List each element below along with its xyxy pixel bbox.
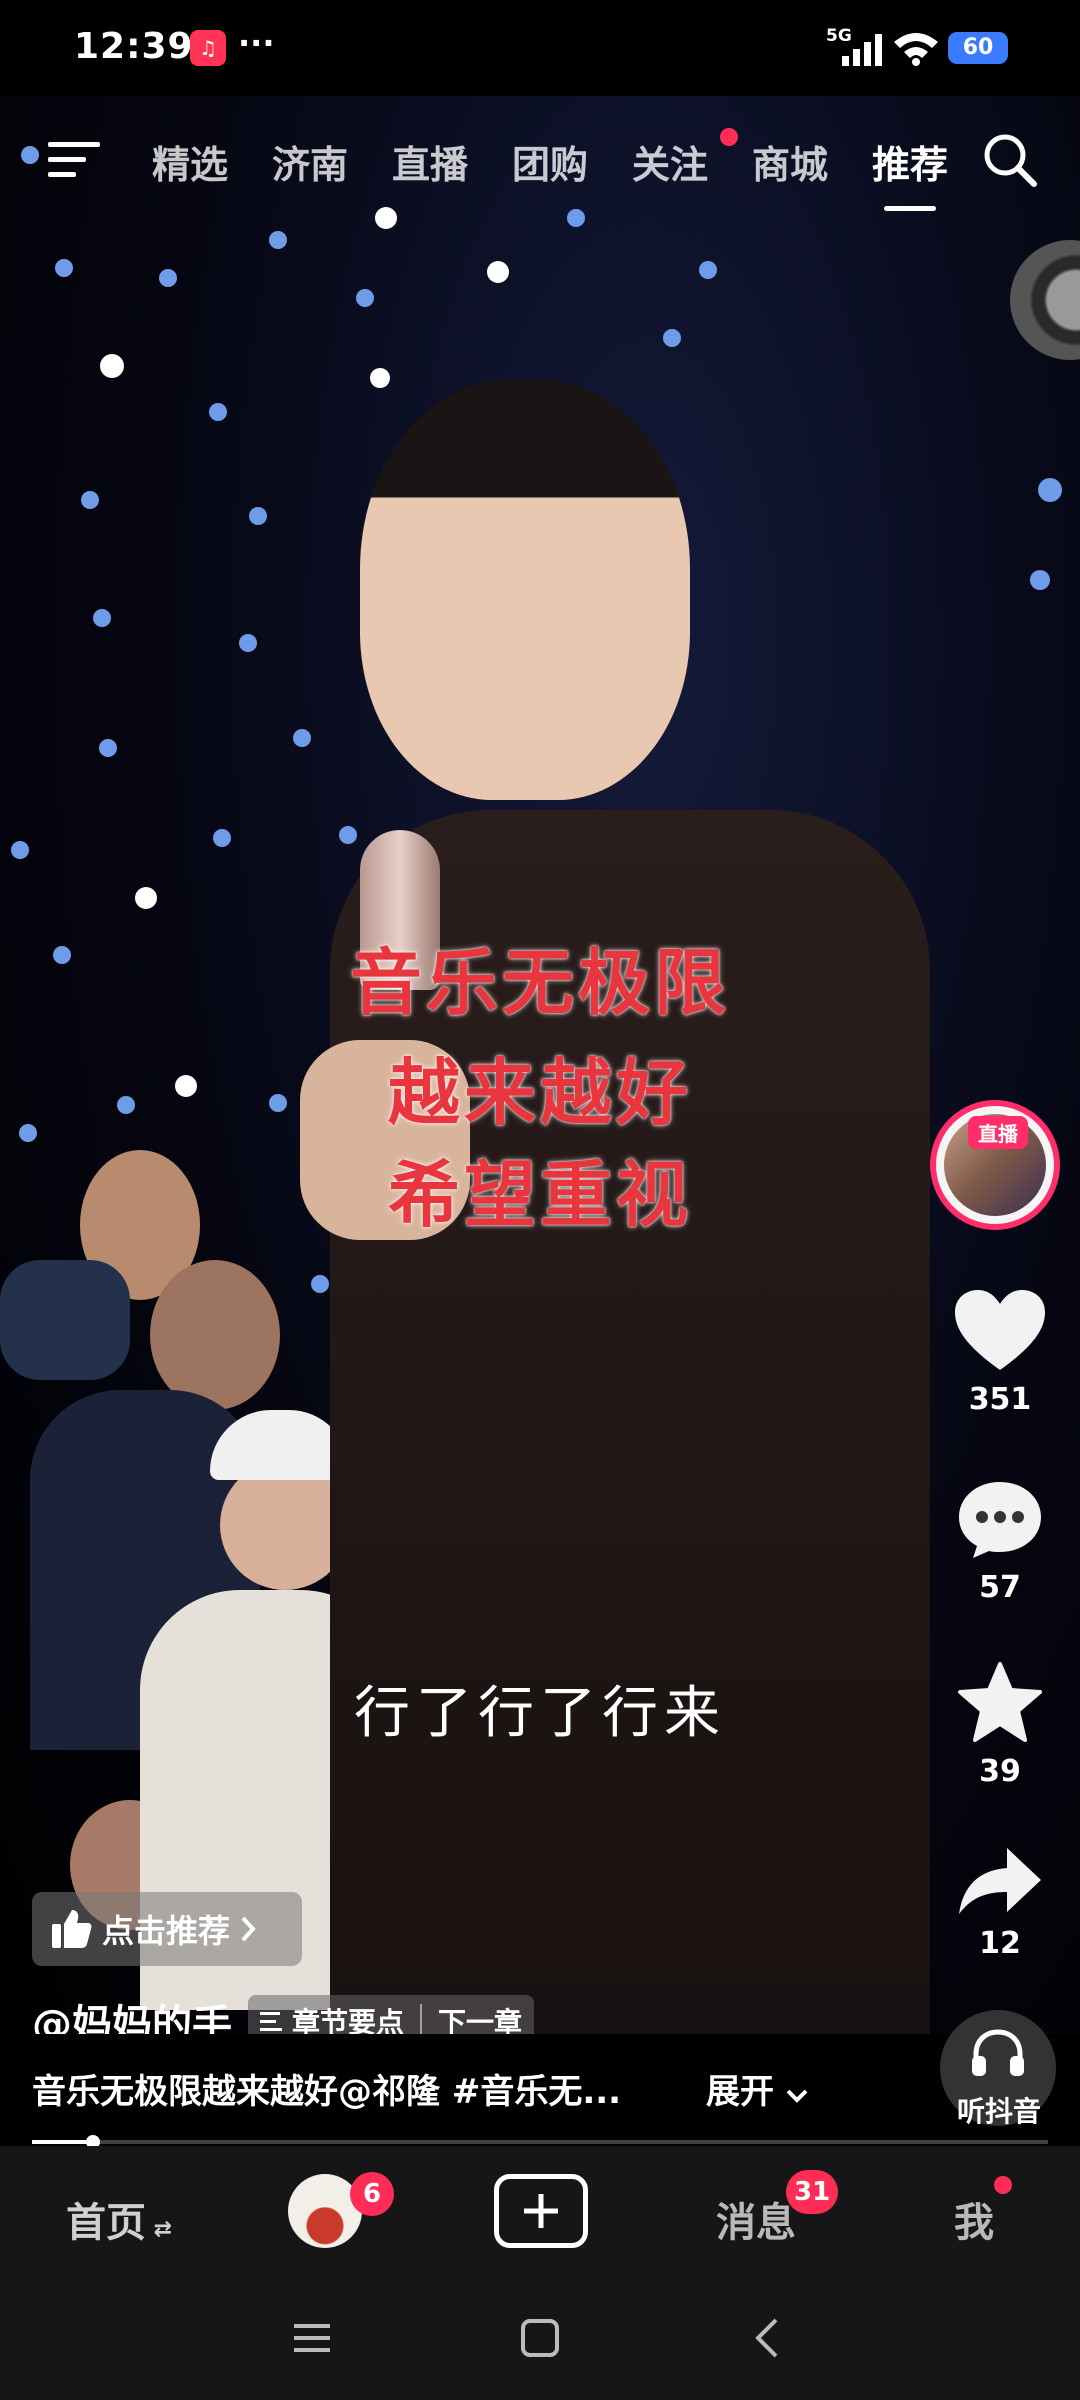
share-arrow-icon [959, 1848, 1041, 1914]
top-navigation: 精选 济南 直播 团购 关注 商城 推荐 [0, 116, 1080, 211]
recommend-label: 点击推荐 [102, 1912, 231, 1950]
tab-me[interactable]: 我 [954, 2190, 994, 2248]
messages-badge: 31 [786, 2170, 839, 2214]
comment-button[interactable]: 57 [945, 1480, 1055, 1605]
tab-featured[interactable]: 精选 [130, 134, 250, 189]
favorite-count: 39 [979, 1754, 1021, 1789]
thumbs-up-icon [52, 1910, 92, 1948]
caption-line-2: 越来越好 [387, 1051, 692, 1135]
channel-tabs: 精选 济南 直播 团购 关注 商城 推荐 [130, 128, 970, 211]
like-button[interactable]: 351 [945, 1290, 1055, 1417]
star-icon [958, 1662, 1042, 1742]
favorite-button[interactable]: 39 [945, 1662, 1055, 1789]
bottom-tab-bar: 首页 ⇄ 6 消息 31 我 [0, 2146, 1080, 2276]
back-icon[interactable] [752, 2316, 782, 2360]
tab-recommend[interactable]: 推荐 [850, 134, 970, 211]
tab-live[interactable]: 直播 [370, 134, 490, 189]
headphones-icon [972, 2029, 1024, 2076]
comment-icon [959, 1482, 1041, 1558]
caption-line-1: 音乐无极限 [349, 941, 730, 1025]
tab-messages[interactable]: 消息 [716, 2190, 796, 2248]
listen-label: 听抖音 [956, 2095, 1041, 2128]
home-icon[interactable] [520, 2318, 560, 2358]
search-icon[interactable] [980, 130, 1040, 190]
status-bar: 12:39 ♫ ··· 5G 60 [0, 0, 1080, 96]
share-button[interactable]: 12 [945, 1846, 1055, 1961]
heart-icon [955, 1290, 1045, 1370]
recents-icon[interactable] [292, 2320, 332, 2356]
wifi-icon [894, 33, 938, 66]
video-description: 音乐无极限越来越好@祁隆 #音乐无... [32, 2072, 622, 2112]
friends-badge: 6 [350, 2172, 394, 2216]
video-progress-bar[interactable] [32, 2135, 1048, 2149]
tab-home[interactable]: 首页 ⇄ [66, 2190, 172, 2248]
description-bar: 音乐无极限越来越好@祁隆 #音乐无... 展开 [0, 2034, 1080, 2144]
recommend-button[interactable]: 点击推荐 [32, 1892, 302, 1966]
me-notification-dot [994, 2176, 1012, 2194]
caption-line-3: 希望重视 [387, 1153, 692, 1237]
divider [420, 2004, 423, 2038]
comment-count: 57 [979, 1570, 1021, 1605]
tab-following[interactable]: 关注 [610, 128, 738, 189]
subtitle: 行了行了行来 [354, 1681, 726, 1746]
like-count: 351 [968, 1382, 1032, 1417]
tab-group-buy[interactable]: 团购 [490, 134, 610, 189]
live-badge: 直播 [968, 1116, 1028, 1149]
more-notifications: ··· [238, 24, 275, 62]
notification-app-icon: ♫ [190, 30, 226, 66]
expand-button[interactable]: 展开 [706, 2064, 808, 2113]
chevron-right-icon [241, 1916, 256, 1942]
clock: 12:39 [74, 26, 194, 67]
chevron-down-icon [786, 2089, 808, 2103]
tab-mall[interactable]: 商城 [730, 134, 850, 189]
system-navigation-bar [0, 2276, 1080, 2400]
share-count: 12 [979, 1926, 1021, 1961]
signal-icon [842, 34, 882, 66]
create-post-button[interactable] [494, 2174, 588, 2248]
menu-icon[interactable] [48, 138, 100, 182]
singer-head [360, 380, 690, 800]
progress-fill [32, 2140, 93, 2144]
tab-jinan[interactable]: 济南 [250, 134, 370, 189]
chapter-list-icon [260, 2012, 282, 2031]
battery-indicator: 60 [948, 32, 1008, 64]
